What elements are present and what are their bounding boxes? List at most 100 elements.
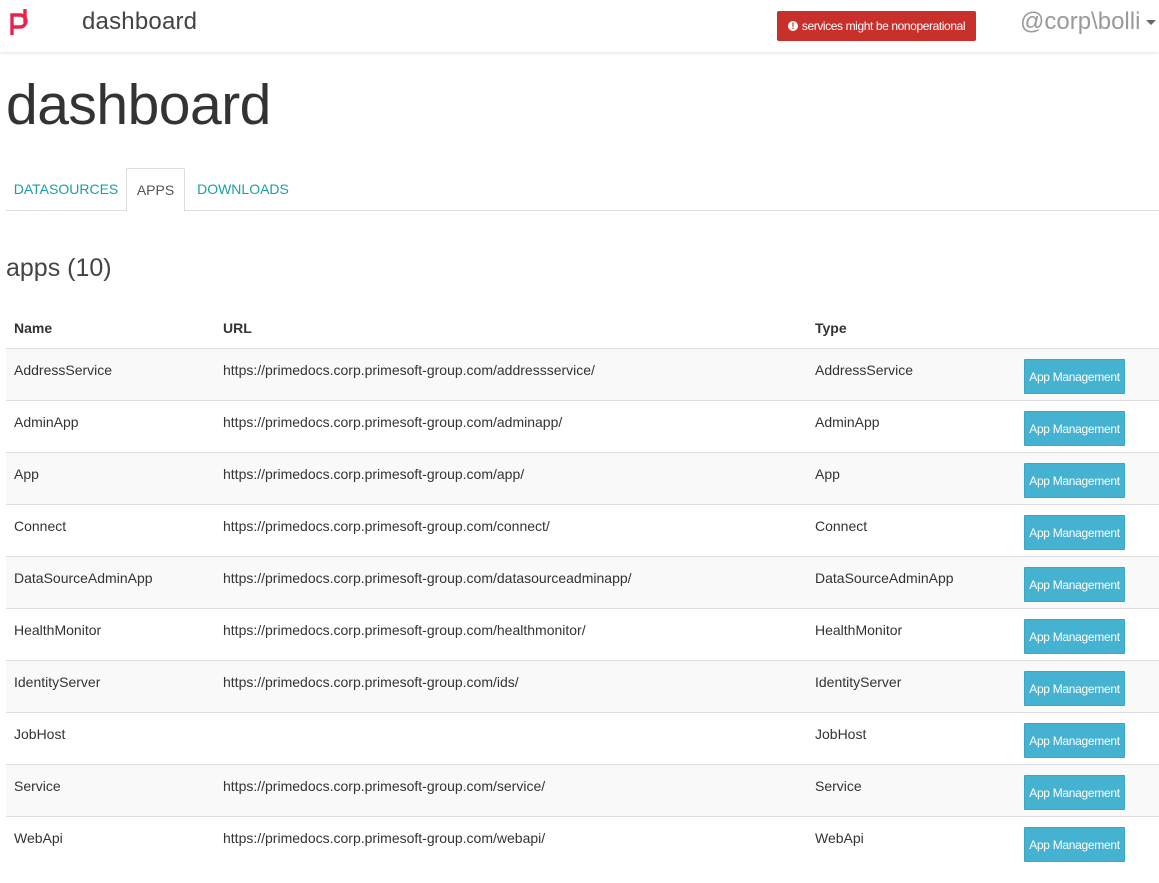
app-url-cell: https://primedocs.corp.primesoft-group.c… — [215, 399, 807, 452]
app-name-cell: DataSourceAdminApp — [6, 555, 215, 608]
user-name: @corp\bolli — [1020, 8, 1141, 35]
app-url-text[interactable]: https://primedocs.corp.primesoft-group.c… — [223, 830, 545, 846]
column-header-action — [1016, 308, 1159, 349]
app-name-cell: Connect — [6, 503, 215, 556]
app-url-text[interactable]: https://primedocs.corp.primesoft-group.c… — [223, 570, 632, 586]
app-url-cell: https://primedocs.corp.primesoft-group.c… — [215, 347, 807, 400]
app-action-cell: App Management — [1016, 451, 1159, 504]
nav-title[interactable]: dashboard — [82, 8, 197, 36]
app-name-cell: Service — [6, 763, 215, 816]
top-navbar: dashboard ! services might be nonoperati… — [0, 0, 1159, 52]
table-row: Connect https://primedocs.corp.primesoft-… — [6, 503, 1159, 556]
apps-table-body: AddressService https://primedocs.corp.pri… — [6, 347, 1159, 868]
app-name-text: HealthMonitor — [14, 622, 102, 638]
tab-datasources[interactable]: DATASOURCES — [6, 168, 126, 211]
app-type-text: DataSourceAdminApp — [815, 570, 954, 586]
app-action-cell: App Management — [1016, 399, 1159, 452]
app-type-cell: JobHost — [807, 711, 1016, 764]
app-management-button[interactable]: App Management — [1024, 722, 1125, 758]
app-name-text: IdentityServer — [14, 674, 101, 690]
app-url-cell: https://primedocs.corp.primesoft-group.c… — [215, 555, 807, 608]
apps-table: Name URL Type AddressService https://prim… — [6, 308, 1159, 868]
column-header-type: Type — [807, 308, 1016, 349]
app-type-cell: AddressService — [807, 347, 1016, 400]
app-name-cell: WebApi — [6, 815, 215, 868]
app-type-cell: HealthMonitor — [807, 607, 1016, 660]
table-row: IdentityServer https://primedocs.corp.pri… — [6, 659, 1159, 712]
tab-downloads[interactable]: DOWNLOADS — [185, 168, 301, 211]
app-action-cell: App Management — [1016, 659, 1159, 712]
app-url-text[interactable]: https://primedocs.corp.primesoft-group.c… — [223, 466, 524, 482]
app-url-text[interactable]: https://primedocs.corp.primesoft-group.c… — [223, 414, 562, 430]
app-url-cell: https://primedocs.corp.primesoft-group.c… — [215, 607, 807, 660]
caret-down-icon — [1146, 20, 1157, 26]
app-type-text: WebApi — [815, 830, 864, 847]
app-url-text[interactable]: https://primedocs.corp.primesoft-group.c… — [223, 622, 586, 638]
app-url-cell: https://primedocs.corp.primesoft-group.c… — [215, 503, 807, 556]
tab-apps[interactable]: APPS — [126, 168, 185, 212]
app-type-text: IdentityServer — [815, 674, 902, 690]
app-name-text: DataSourceAdminApp — [14, 570, 153, 586]
app-url-cell: https://primedocs.corp.primesoft-group.c… — [215, 815, 807, 868]
app-management-button[interactable]: App Management — [1024, 826, 1125, 862]
app-name-text: AdminApp — [14, 414, 79, 430]
app-type-cell: Connect — [807, 503, 1016, 556]
app-url-cell — [215, 711, 807, 764]
app-type-cell: IdentityServer — [807, 659, 1016, 712]
table-row: App https://primedocs.corp.primesoft-grou… — [6, 451, 1159, 504]
app-management-button[interactable]: App Management — [1024, 618, 1125, 654]
app-type-text: AdminApp — [815, 414, 880, 430]
app-management-button[interactable]: App Management — [1024, 410, 1125, 446]
user-menu[interactable]: @corp\bolli — [1020, 8, 1157, 36]
app-management-button[interactable]: App Management — [1024, 774, 1125, 810]
app-name-text: WebApi — [14, 830, 63, 847]
app-name-text: AddressService — [14, 362, 113, 378]
table-row: AdminApp https://primedocs.corp.primesoft… — [6, 399, 1159, 452]
app-type-cell: DataSourceAdminApp — [807, 555, 1016, 608]
app-name-text: Connect — [14, 518, 67, 534]
app-management-button[interactable]: App Management — [1024, 514, 1125, 550]
app-type-text: Connect — [815, 518, 868, 534]
app-type-cell: Service — [807, 763, 1016, 816]
service-status-alert[interactable]: ! services might be nonoperational — [777, 11, 976, 41]
app-name-cell: AddressService — [6, 347, 215, 400]
column-header-url: URL — [215, 308, 807, 349]
app-management-button[interactable]: App Management — [1024, 566, 1125, 602]
primedocs-logo-icon[interactable] — [9, 9, 31, 35]
app-url-text[interactable]: https://primedocs.corp.primesoft-group.c… — [223, 674, 519, 690]
app-url-cell: https://primedocs.corp.primesoft-group.c… — [215, 659, 807, 712]
app-management-button[interactable]: App Management — [1024, 670, 1125, 706]
app-name-cell: AdminApp — [6, 399, 215, 452]
app-name-text: JobHost — [14, 726, 66, 742]
table-header-row: Name URL Type — [6, 308, 1159, 349]
alert-text: services might be nonoperational — [801, 19, 966, 33]
table-row: HealthMonitor https://primedocs.corp.prim… — [6, 607, 1159, 660]
table-row: JobHost JobHost App Management — [6, 711, 1159, 764]
app-management-button[interactable]: App Management — [1024, 462, 1125, 498]
table-row: WebApi https://primedocs.corp.primesoft-g… — [6, 815, 1159, 868]
app-management-button[interactable]: App Management — [1024, 358, 1125, 394]
app-url-cell: https://primedocs.corp.primesoft-group.c… — [215, 451, 807, 504]
app-name-cell: HealthMonitor — [6, 607, 215, 660]
app-url-text[interactable]: https://primedocs.corp.primesoft-group.c… — [223, 778, 545, 794]
app-type-text: App — [815, 466, 840, 482]
app-action-cell: App Management — [1016, 503, 1159, 556]
exclamation-circle-icon: ! — [787, 21, 798, 31]
app-name-cell: App — [6, 451, 215, 504]
app-url-text[interactable]: https://primedocs.corp.primesoft-group.c… — [223, 518, 550, 534]
app-type-text: JobHost — [815, 726, 867, 742]
app-type-text: HealthMonitor — [815, 622, 903, 638]
app-action-cell: App Management — [1016, 555, 1159, 608]
table-row: DataSourceAdminApp https://primedocs.corp… — [6, 555, 1159, 608]
app-action-cell: App Management — [1016, 347, 1159, 400]
app-type-cell: AdminApp — [807, 399, 1016, 452]
app-action-cell: App Management — [1016, 711, 1159, 764]
column-header-name: Name — [6, 308, 215, 349]
app-name-text: App — [14, 466, 39, 482]
app-action-cell: App Management — [1016, 815, 1159, 868]
table-row: Service https://primedocs.corp.primesoft-… — [6, 763, 1159, 816]
app-action-cell: App Management — [1016, 607, 1159, 660]
apps-heading: apps (10) — [6, 254, 112, 282]
app-url-text[interactable]: https://primedocs.corp.primesoft-group.c… — [223, 362, 595, 378]
app-type-text: AddressService — [815, 362, 914, 378]
